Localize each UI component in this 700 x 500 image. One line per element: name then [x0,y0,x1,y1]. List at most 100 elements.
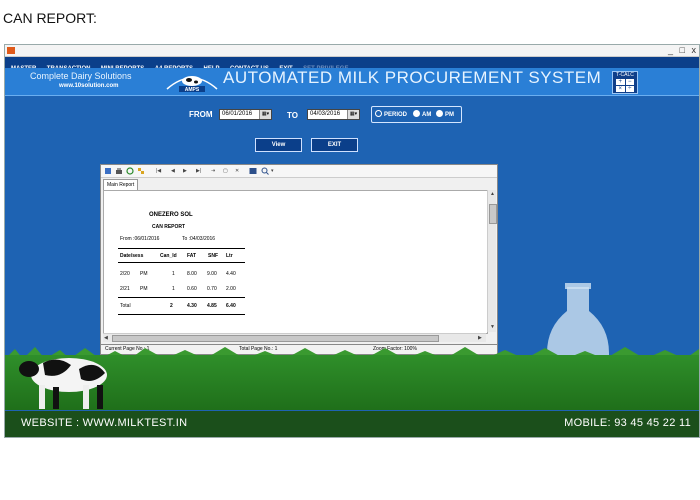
scroll-down-icon[interactable]: ▼ [490,324,495,330]
goto-page-icon[interactable]: ⇥ [211,168,215,174]
footer-bar: WEBSITE : WWW.MILKTEST.IN MOBILE: 93 45 … [5,411,699,437]
calculator-button[interactable]: T-CALC + − × ÷ [612,71,638,94]
app-window: _ □ x MASTER TRANSACTION MINI REPORTS A4… [4,44,700,438]
refresh-icon[interactable] [126,167,134,175]
col-snf: SNF [208,253,218,259]
cell-date: 2/20 [120,271,130,277]
calendar-dropdown-icon[interactable]: ▦▾ [347,110,359,119]
stop-icon[interactable]: ▢ [223,168,228,174]
calendar-dropdown-icon[interactable]: ▦▾ [259,110,271,119]
next-page-icon[interactable]: ▶ [183,168,187,174]
col-can-id: Can_Id [160,253,177,259]
page-caption: CAN REPORT: [3,10,97,26]
cell-date: 2/21 [120,286,130,292]
calculator-icon: + − × ÷ [616,79,634,92]
footer-mobile: MOBILE: 93 45 45 22 11 [564,417,691,429]
radio-circle-icon [413,110,420,117]
radio-period[interactable]: PERIOD [375,110,407,118]
first-page-icon[interactable]: |◀ [156,168,161,174]
total-rule [118,314,245,315]
col-fat: FAT [187,253,197,259]
report-company: ONEZERO SOL [149,212,193,218]
total-snf: 4.85 [207,303,217,309]
footer-website: WEBSITE : WWW.MILKTEST.IN [21,417,188,429]
app-title: AUTOMATED MILK PROCUREMENT SYSTEM [223,68,602,87]
print-icon[interactable] [115,167,123,175]
total-ltr: 6.40 [226,303,236,309]
search-icon[interactable] [249,167,257,175]
radio-circle-icon [436,110,443,117]
report-from-date: From :06/01/2016 [120,236,160,242]
brand-website: www.10solution.com [59,83,119,89]
horizontal-scrollbar[interactable]: ◀ ▶ [103,333,486,342]
close-button[interactable]: x [692,45,697,55]
amps-logo: AMPS [166,76,218,93]
zoom-icon[interactable] [261,167,269,175]
close-view-icon[interactable]: ✕ [235,168,239,174]
to-date-value: 04/03/2016 [310,111,341,117]
header-rule [118,262,245,263]
scroll-right-icon[interactable]: ▶ [478,335,482,341]
radio-pm[interactable]: PM [436,110,454,118]
previous-page-icon[interactable]: ◀ [171,168,175,174]
brand-tagline: Complete Dairy Solutions [30,71,132,81]
report-to-date: To :04/03/2016 [182,236,216,242]
to-label: TO [287,111,298,120]
group-tree-icon[interactable] [137,167,145,175]
calculator-label: T-CALC [616,72,634,78]
calc-plus: + [616,79,625,85]
cell-sess: PM [140,271,148,277]
exit-button[interactable]: EXIT [311,138,358,152]
cell-snf: 9.00 [207,271,217,277]
cell-sess: PM [140,286,148,292]
cell-ltr: 4.40 [226,271,236,277]
window-controls: _ □ x [668,45,696,55]
radio-am[interactable]: AM [413,110,431,118]
app-icon [7,47,15,54]
calc-times: × [616,86,625,92]
to-date-picker[interactable]: 04/03/2016 ▦▾ [307,109,360,120]
scroll-thumb[interactable] [112,335,439,342]
minimize-button[interactable]: _ [668,45,673,55]
logo-text: AMPS [185,87,200,93]
from-date-value: 06/01/2016 [222,111,253,117]
report-toolbar: |◀ ◀ ▶ ▶| ⇥ ▢ ✕ ▾ [101,165,497,178]
export-icon[interactable] [104,167,112,175]
view-button[interactable]: View [255,138,302,152]
total-can: 2 [170,303,173,309]
title-bar: _ □ x [5,45,699,57]
last-page-icon[interactable]: ▶| [196,168,201,174]
cow-image [19,358,107,409]
calc-minus: − [625,79,634,85]
scroll-left-icon[interactable]: ◀ [104,335,108,341]
session-radio-group: PERIOD AM PM [371,106,462,123]
radio-am-label: AM [422,112,432,118]
cell-fat: 0.60 [187,286,197,292]
report-page: ONEZERO SOL CAN REPORT From :06/01/2016 … [103,190,488,334]
cell-can: 1 [172,286,175,292]
radio-circle-icon [375,110,382,117]
radio-pm-label: PM [445,112,454,118]
cell-ltr: 2.00 [226,286,236,292]
scroll-up-icon[interactable]: ▲ [490,191,495,197]
col-ltr: Ltr [226,253,233,259]
vertical-scrollbar[interactable]: ▲ ▼ [487,190,497,332]
report-title: CAN REPORT [152,224,186,230]
total-fat: 4.30 [187,303,197,309]
calc-divide: ÷ [625,86,634,92]
total-rule [118,297,245,298]
report-viewer: |◀ ◀ ▶ ▶| ⇥ ▢ ✕ ▾ Main Report ONEZERO SO… [100,164,498,345]
from-label: FROM [189,110,213,119]
scroll-thumb[interactable] [489,204,497,224]
cell-fat: 8.00 [187,271,197,277]
total-label: Total [120,303,131,309]
header-banner: Complete Dairy Solutions www.10solution.… [5,68,699,96]
maximize-button[interactable]: □ [680,45,685,55]
radio-period-label: PERIOD [384,112,408,118]
cell-can: 1 [172,271,175,277]
from-date-picker[interactable]: 06/01/2016 ▦▾ [219,109,272,120]
col-date-sess: Date/sess [120,253,144,259]
header-rule [118,248,245,249]
chevron-down-icon[interactable]: ▾ [271,168,274,174]
menu-bar: MASTER TRANSACTION MINI REPORTS A4 REPOR… [5,57,699,72]
